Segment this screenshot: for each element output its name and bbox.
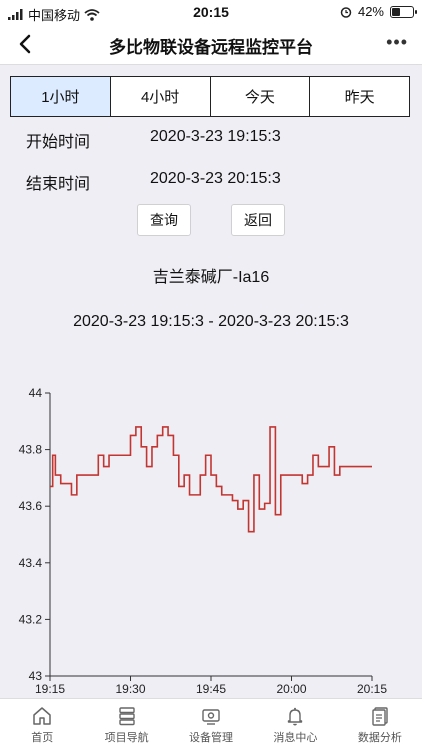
series-line-0 <box>50 426 372 533</box>
home-icon <box>33 707 51 725</box>
y-tick-label: 43.6 <box>19 499 43 513</box>
search-button[interactable]: 查询 <box>137 204 191 236</box>
x-tick-label: 19:30 <box>115 682 145 696</box>
bottom-tab-bar: 首页 项目导航 设备管理 消息中心 数据分析 <box>0 698 422 751</box>
y-tick-label: 43.2 <box>19 612 43 626</box>
period-range: 2020-3-23 19:15:3 - 2020-3-23 20:15:3 <box>73 313 349 330</box>
battery-percent: 42% <box>357 4 384 19</box>
server-icon <box>118 707 135 726</box>
more-options-icon[interactable]: ••• <box>386 32 408 53</box>
y-tick-label: 43.4 <box>19 556 43 570</box>
device-name: 吉兰泰碱厂-Ia16 <box>152 269 270 286</box>
tab-today[interactable]: 今天 <box>211 77 311 116</box>
tab-home[interactable]: 首页 <box>0 699 84 751</box>
tab-project-nav[interactable]: 项目导航 <box>84 699 168 751</box>
tab-device-management[interactable]: 设备管理 <box>169 699 253 751</box>
time-range-tabs: 1小时 4小时 今天 昨天 <box>10 76 410 117</box>
x-tick-label: 20:00 <box>276 682 306 696</box>
tab-device-management-label: 设备管理 <box>189 732 234 744</box>
x-tick-label: 20:15 <box>357 682 387 696</box>
y-tick-label: 43.8 <box>19 443 43 457</box>
line-chart: 43 43.2 43.4 43.6 43.8 44 19:15 19:30 19:45 20:00… <box>19 386 388 696</box>
tab-message-center-label: 消息中心 <box>273 732 318 744</box>
tab-project-nav-label: 项目导航 <box>104 732 149 744</box>
tab-yesterday[interactable]: 昨天 <box>310 77 409 116</box>
end-time-value[interactable]: 2020-3-23 20:15:3 <box>150 170 281 188</box>
y-tick-label: 43 <box>29 669 43 683</box>
status-bar: 中国移动 20:15 42% <box>0 0 422 24</box>
tab-message-center[interactable]: 消息中心 <box>253 699 337 751</box>
bell-icon <box>288 707 303 726</box>
tab-4-hours[interactable]: 4小时 <box>111 77 211 116</box>
alarm-clock-icon <box>340 6 352 18</box>
document-icon <box>372 707 388 726</box>
end-time-label: 结束时间 <box>26 176 91 193</box>
y-tick-label: 44 <box>29 386 43 400</box>
x-tick-label: 19:15 <box>35 682 65 696</box>
tab-data-analysis-label: 数据分析 <box>357 732 402 744</box>
tab-1-hour[interactable]: 1小时 <box>11 77 111 116</box>
x-tick-label: 19:45 <box>196 682 226 696</box>
page-title: 多比物联设备远程监控平台 <box>109 38 313 57</box>
nav-bar: 多比物联设备远程监控平台 ••• <box>0 24 422 65</box>
return-button[interactable]: 返回 <box>231 204 285 236</box>
battery-icon <box>390 5 417 18</box>
start-time-value[interactable]: 2020-3-23 19:15:3 <box>150 128 281 146</box>
tab-home-label: 首页 <box>31 732 54 744</box>
start-time-label: 开始时间 <box>26 134 91 151</box>
tab-data-analysis[interactable]: 数据分析 <box>338 699 422 751</box>
device-icon <box>202 709 220 725</box>
